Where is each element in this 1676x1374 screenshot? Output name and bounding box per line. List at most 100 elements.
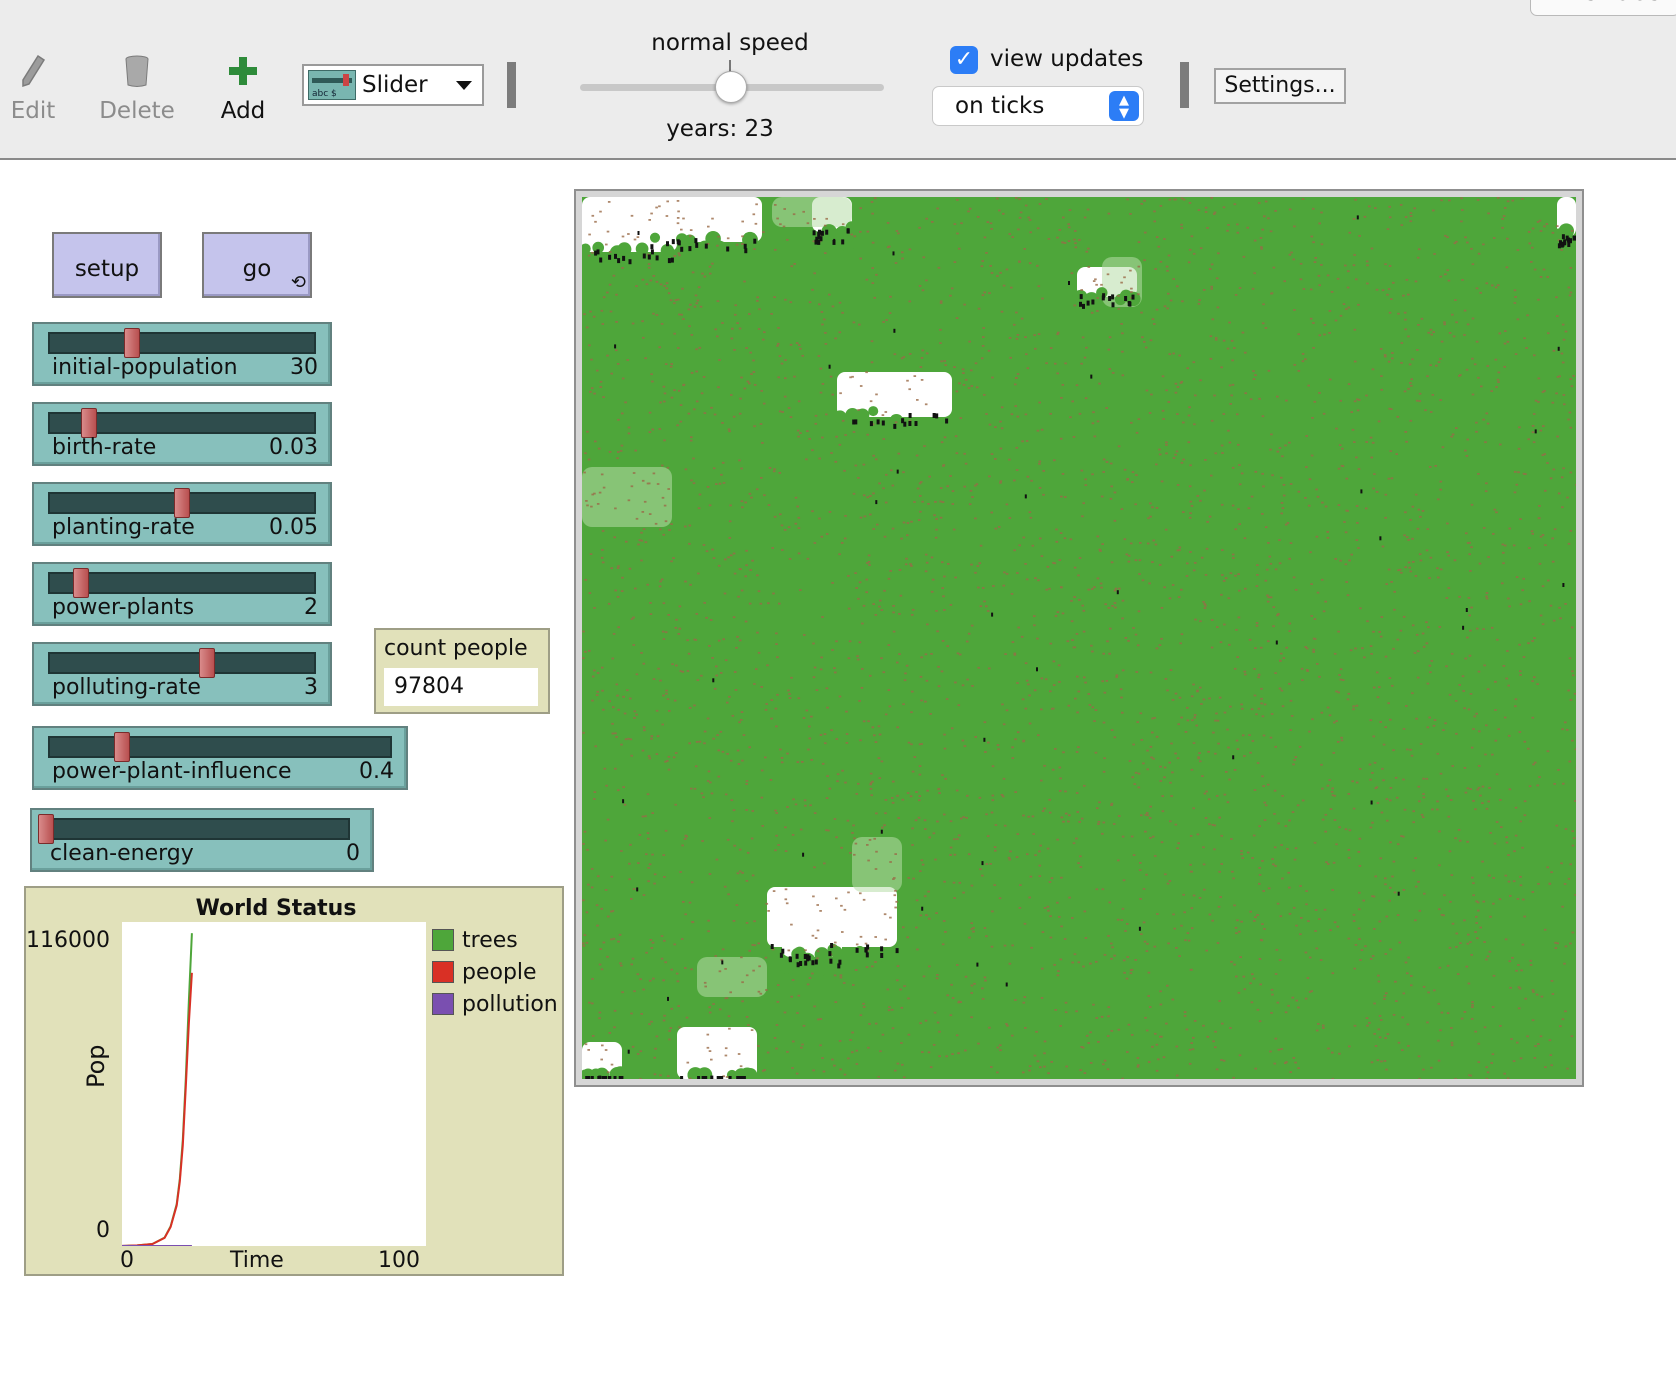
view-updates-label: view updates (990, 46, 1144, 72)
add-label: Add (220, 98, 266, 124)
pollution-pixel (828, 951, 832, 957)
chevron-down-icon (456, 81, 472, 90)
slider-clean-energy[interactable]: clean-energy 0 (30, 808, 374, 872)
slider-value: 3 (304, 675, 318, 700)
pollution-pixel (896, 469, 899, 474)
plot-line-trees (121, 933, 193, 1247)
pollution-pixel (617, 258, 621, 264)
slider-track[interactable] (48, 736, 392, 758)
delete-label: Delete (99, 98, 175, 124)
plot-area (121, 922, 426, 1247)
view-updates-checkbox[interactable]: ✓ (950, 46, 978, 74)
slider-track[interactable] (48, 332, 316, 354)
select-stepper-icon: ▲ ▼ (1109, 91, 1139, 121)
slider-value: 2 (304, 595, 318, 620)
speed-slider-thumb[interactable] (715, 71, 747, 103)
pollution-pixel (833, 238, 836, 243)
slider-knob[interactable] (199, 648, 216, 678)
go-button[interactable]: go ⟲ (202, 232, 312, 298)
pollution-pixel (1561, 234, 1565, 240)
pollution-pixel (613, 1076, 617, 1079)
tab-interface[interactable]: Interface (1530, 0, 1676, 16)
pollution-pixel (1116, 590, 1119, 595)
pollution-pixel (901, 418, 905, 424)
slider-knob[interactable] (80, 408, 97, 438)
pollution-pixel (1534, 429, 1537, 434)
world-view[interactable] (574, 189, 1584, 1087)
add-button[interactable]: Add (198, 50, 288, 124)
slider-power-plants[interactable]: power-plants 2 (32, 562, 332, 626)
slider-power-plant-influence[interactable]: power-plant-influence 0.4 (32, 726, 408, 790)
widget-type-dropdown[interactable]: abc $ Slider (302, 64, 484, 106)
slider-polluting-rate[interactable]: polluting-rate 3 (32, 642, 332, 706)
pollution-pixel (880, 946, 884, 952)
pollution-pixel (741, 1076, 745, 1079)
pollution-pixel (893, 328, 896, 333)
pollution-pixel (636, 887, 639, 892)
pollution-pixel (811, 960, 815, 966)
slider-track[interactable] (38, 818, 350, 840)
regrowth-patch (582, 467, 672, 527)
slider-label: polluting-rate (52, 675, 201, 700)
slider-initial-population[interactable]: initial-population 30 (32, 322, 332, 386)
slider-label: initial-population (52, 355, 238, 380)
pollution-pixel (1124, 296, 1128, 301)
regrowth-patch (697, 957, 767, 997)
pollution-pixel (1131, 294, 1135, 300)
delete-button[interactable]: Delete (92, 50, 182, 124)
pollution-pixel (846, 228, 850, 234)
plot-y-label: Pop (82, 1044, 110, 1088)
update-mode-select[interactable]: on ticks ▲ ▼ (932, 86, 1144, 126)
tree (617, 242, 632, 257)
pollution-pixel (908, 421, 912, 426)
world-canvas[interactable] (582, 197, 1576, 1079)
settings-button[interactable]: Settings... (1214, 68, 1346, 104)
forever-icon: ⟲ (290, 272, 306, 293)
pollution-pixel (710, 1075, 714, 1079)
pollution-pixel (620, 1076, 624, 1079)
slider-knob[interactable] (38, 814, 54, 844)
slider-knob[interactable] (73, 568, 90, 598)
pollution-pixel (1068, 281, 1070, 285)
pollution-pixel (667, 996, 669, 1001)
legend-label: trees (462, 927, 518, 953)
pollution-pixel (599, 257, 603, 263)
pollution-pixel (1562, 583, 1565, 587)
pollution-pixel (736, 1076, 740, 1079)
regrowth-patch (852, 837, 902, 892)
pollution-pixel (743, 243, 747, 249)
pollution-pixel (1090, 374, 1093, 379)
slider-value: 0 (346, 841, 360, 866)
slider-knob[interactable] (174, 488, 190, 518)
pollution-pixel (1091, 299, 1095, 305)
pollution-pixel (1465, 608, 1468, 612)
pollution-pixel (804, 960, 808, 966)
pollution-pixel (812, 230, 816, 236)
slider-planting-rate[interactable]: planting-rate 0.05 (32, 482, 332, 546)
trash-icon (92, 50, 182, 92)
pollution-pixel (983, 737, 986, 742)
pollution-pixel (1102, 293, 1106, 299)
edit-button[interactable]: Edit (0, 50, 78, 124)
pollution-pixel (585, 1076, 589, 1079)
pollution-pixel (704, 1076, 708, 1079)
pollution-pixel (1111, 302, 1115, 308)
tree (637, 259, 648, 270)
tree (713, 240, 727, 254)
tree (635, 242, 649, 256)
pollution-pixel (841, 239, 845, 245)
slider-label: power-plants (52, 595, 195, 620)
pollution-pixel (817, 239, 821, 245)
pollution-pixel (1232, 755, 1235, 760)
slider-knob[interactable] (123, 328, 140, 358)
pollution-pixel (1462, 625, 1465, 630)
pollution-pixel (701, 1076, 705, 1079)
setup-button[interactable]: setup (52, 232, 162, 298)
slider-birth-rate[interactable]: birth-rate 0.03 (32, 402, 332, 466)
slider-track[interactable] (48, 652, 316, 674)
plus-icon (198, 50, 288, 92)
plot-x-max: 100 (378, 1248, 420, 1273)
slider-knob[interactable] (113, 732, 130, 762)
pollution-pixel (814, 959, 818, 965)
toolbar-separator (507, 62, 516, 108)
